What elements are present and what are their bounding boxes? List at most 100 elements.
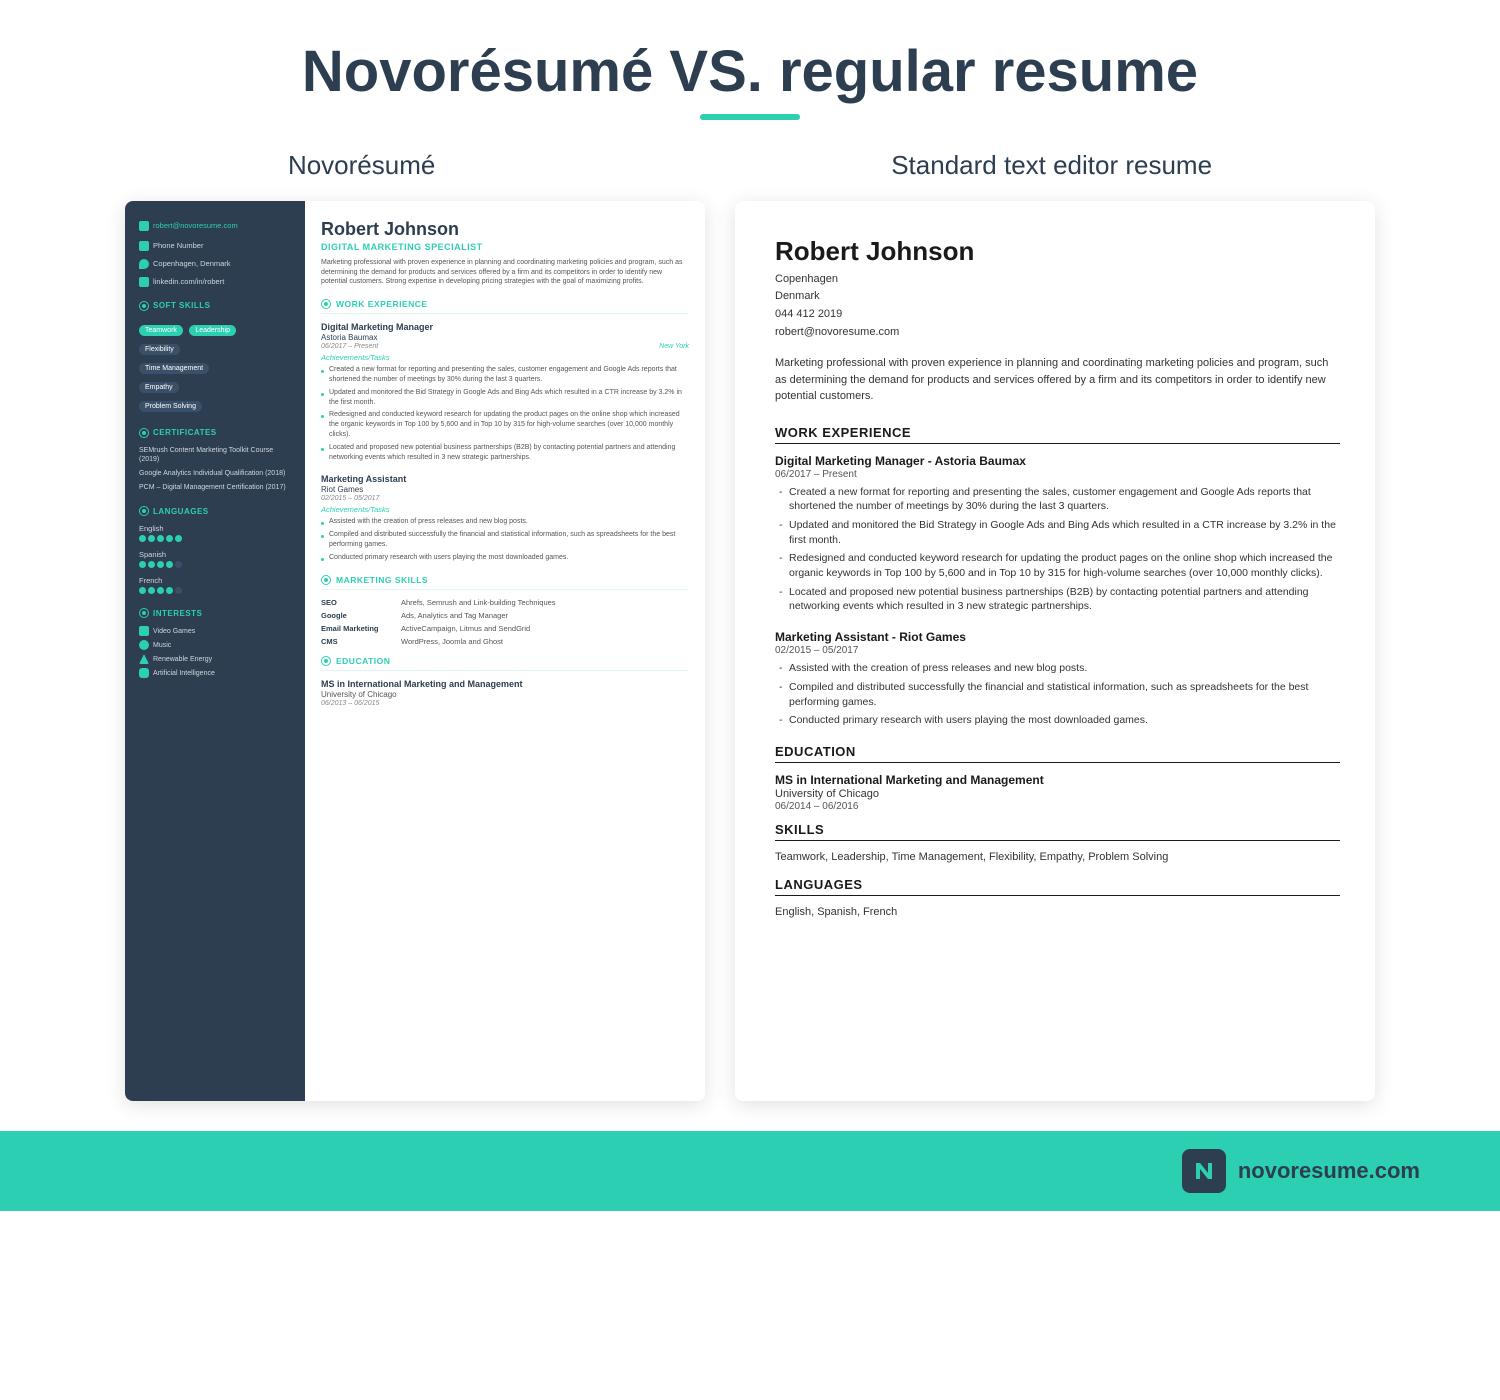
mkt-skills-header: MARKETING SKILLS xyxy=(321,575,689,590)
skill-empathy: Empathy xyxy=(139,382,179,393)
soft-skills-section-title: SOFT SKILLS xyxy=(139,301,291,311)
job-2-bullet-2: Compiled and distributed successfully th… xyxy=(321,530,689,550)
std-job-2-b1: Assisted with the creation of press rele… xyxy=(775,661,1340,676)
standard-resume-card: Robert Johnson Copenhagen Denmark 044 41… xyxy=(735,201,1375,1101)
dot-es-1 xyxy=(139,561,146,568)
std-work-title: WORK EXPERIENCE xyxy=(775,425,1340,444)
edu-school: University of Chicago xyxy=(321,690,689,699)
interest-4: Artificial Intelligence xyxy=(139,668,291,678)
left-col-header: Novorésumé xyxy=(288,150,435,181)
dot-fr-1 xyxy=(139,587,146,594)
resumes-container: robert@novoresume.com Phone Number Copen… xyxy=(60,201,1440,1101)
novoresume-card: robert@novoresume.com Phone Number Copen… xyxy=(125,201,705,1101)
std-contact: Copenhagen Denmark 044 412 2019 robert@n… xyxy=(775,271,1340,341)
cert-3: PCM – Digital Management Certification (… xyxy=(139,483,291,492)
dot-en-1 xyxy=(139,535,146,542)
logo-icon xyxy=(1182,1149,1226,1193)
std-edu-dates: 06/2014 – 06/2016 xyxy=(775,801,1340,812)
sidebar-location: Copenhagen, Denmark xyxy=(139,259,291,269)
edu-dates: 06/2013 – 06/2015 xyxy=(321,700,689,707)
sidebar-email: robert@novoresume.com xyxy=(139,221,291,231)
skills-tags: Teamwork Leadership Flexibility Time Man… xyxy=(139,319,291,414)
work-section-label: WORK EXPERIENCE xyxy=(336,299,428,309)
skill-row-google: Google Ads, Analytics and Tag Manager xyxy=(321,611,689,620)
lang-english: English xyxy=(139,524,291,542)
cert-1: SEMrush Content Marketing Toolkit Course… xyxy=(139,446,291,464)
skill-row-seo: SEO Ahrefs, Semrush and Link-building Te… xyxy=(321,598,689,607)
novo-summary: Marketing professional with proven exper… xyxy=(321,258,689,287)
std-job-2-b2: Compiled and distributed successfully th… xyxy=(775,680,1340,709)
skill-teamwork: Teamwork xyxy=(139,325,183,336)
cert-2: Google Analytics Individual Qualificatio… xyxy=(139,469,291,478)
logo-text: novoresume.com xyxy=(1238,1158,1420,1184)
lang-french: French xyxy=(139,576,291,594)
music-icon xyxy=(139,640,149,650)
edu-degree: MS in International Marketing and Manage… xyxy=(321,679,689,689)
interests-icon xyxy=(139,608,149,618)
email-icon xyxy=(139,221,149,231)
std-skills-text: Teamwork, Leadership, Time Management, F… xyxy=(775,851,1340,863)
energy-icon xyxy=(139,654,149,664)
page-wrapper: Novorésumé VS. regular resume Novorésumé… xyxy=(0,0,1500,1400)
job-1-title: Digital Marketing Manager xyxy=(321,322,689,332)
soft-skills-icon xyxy=(139,301,149,311)
std-candidate-name: Robert Johnson xyxy=(775,236,1340,267)
std-lang-text: English, Spanish, French xyxy=(775,906,1340,918)
std-job-1-b2: Updated and monitored the Bid Strategy i… xyxy=(775,518,1340,547)
title-underline xyxy=(700,114,800,120)
skill-flexibility: Flexibility xyxy=(139,344,180,355)
std-job-2-dates: 02/2015 – 05/2017 xyxy=(775,645,1340,656)
job-2-bullet-3: Conducted primary research with users pl… xyxy=(321,553,689,563)
dot-fr-2 xyxy=(148,587,155,594)
novo-candidate-title: Digital Marketing Specialist xyxy=(321,242,689,252)
edu-section-label: EDUCATION xyxy=(336,656,390,666)
job-1-bullet-2: Updated and monitored the Bid Strategy i… xyxy=(321,388,689,408)
std-job-2-b3: Conducted primary research with users pl… xyxy=(775,713,1340,728)
std-job-1-dates: 06/2017 – Present xyxy=(775,469,1340,480)
columns-header: Novorésumé Standard text editor resume xyxy=(60,150,1440,181)
job-1-bullet-3: Redesigned and conducted keyword researc… xyxy=(321,410,689,439)
interest-2: Music xyxy=(139,640,291,650)
page-footer: novoresume.com xyxy=(0,1131,1500,1211)
work-section-icon xyxy=(321,299,331,309)
location-icon xyxy=(139,259,149,269)
std-job-2-title: Marketing Assistant - Riot Games xyxy=(775,630,1340,644)
work-exp-header: WORK EXPERIENCE xyxy=(321,299,689,314)
job-2-title: Marketing Assistant xyxy=(321,474,689,484)
novo-sidebar: robert@novoresume.com Phone Number Copen… xyxy=(125,201,305,1101)
job-1: Digital Marketing Manager Astoria Baumax… xyxy=(321,322,689,462)
phone-icon xyxy=(139,241,149,251)
dot-es-5 xyxy=(175,561,182,568)
right-col-header: Standard text editor resume xyxy=(891,150,1212,181)
skill-leadership: Leadership xyxy=(189,325,236,336)
novo-main-content: Robert Johnson Digital Marketing Special… xyxy=(305,201,705,1101)
skill-row-cms: CMS WordPress, Joomla and Ghost xyxy=(321,637,689,646)
game-icon xyxy=(139,626,149,636)
mkt-skills-label: MARKETING SKILLS xyxy=(336,575,428,585)
certificates-icon xyxy=(139,428,149,438)
edu-header: EDUCATION xyxy=(321,656,689,671)
std-edu-degree: MS in International Marketing and Manage… xyxy=(775,773,1340,787)
interest-1: Video Games xyxy=(139,626,291,636)
std-edu-title: EDUCATION xyxy=(775,744,1340,763)
job-1-bullet-4: Located and proposed new potential busin… xyxy=(321,443,689,463)
dot-fr-4 xyxy=(166,587,173,594)
certificates-section-title: CERTIFICATES xyxy=(139,428,291,438)
dot-es-4 xyxy=(166,561,173,568)
job-1-achiev-label: Achievements/Tasks xyxy=(321,353,689,362)
novo-candidate-name: Robert Johnson xyxy=(321,219,689,240)
std-job-1-b3: Redesigned and conducted keyword researc… xyxy=(775,551,1340,580)
lang-spanish: Spanish xyxy=(139,550,291,568)
linkedin-icon xyxy=(139,277,149,287)
std-job-1-b1: Created a new format for reporting and p… xyxy=(775,485,1340,514)
std-job-1: Digital Marketing Manager - Astoria Baum… xyxy=(775,454,1340,615)
skill-time-mgmt: Time Management xyxy=(139,363,209,374)
dot-fr-5 xyxy=(175,587,182,594)
interest-3: Renewable Energy xyxy=(139,654,291,664)
dot-es-3 xyxy=(157,561,164,568)
skill-row-email: Email Marketing ActiveCampaign, Litmus a… xyxy=(321,624,689,633)
skills-table: SEO Ahrefs, Semrush and Link-building Te… xyxy=(321,598,689,646)
std-summary: Marketing professional with proven exper… xyxy=(775,355,1340,405)
ai-icon xyxy=(139,668,149,678)
job-2-dates: 02/2015 – 05/2017 xyxy=(321,495,689,502)
